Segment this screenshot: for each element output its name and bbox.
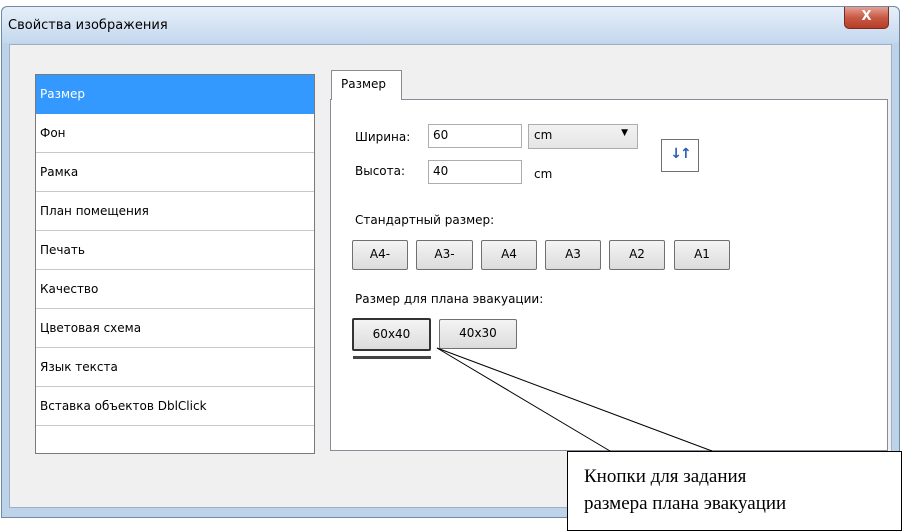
callout-line-2: размера плана эвакуации [584, 493, 787, 514]
callout-box: Кнопки для задания размера плана эвакуац… [567, 451, 902, 531]
callout-line-1: Кнопки для задания [584, 466, 747, 487]
